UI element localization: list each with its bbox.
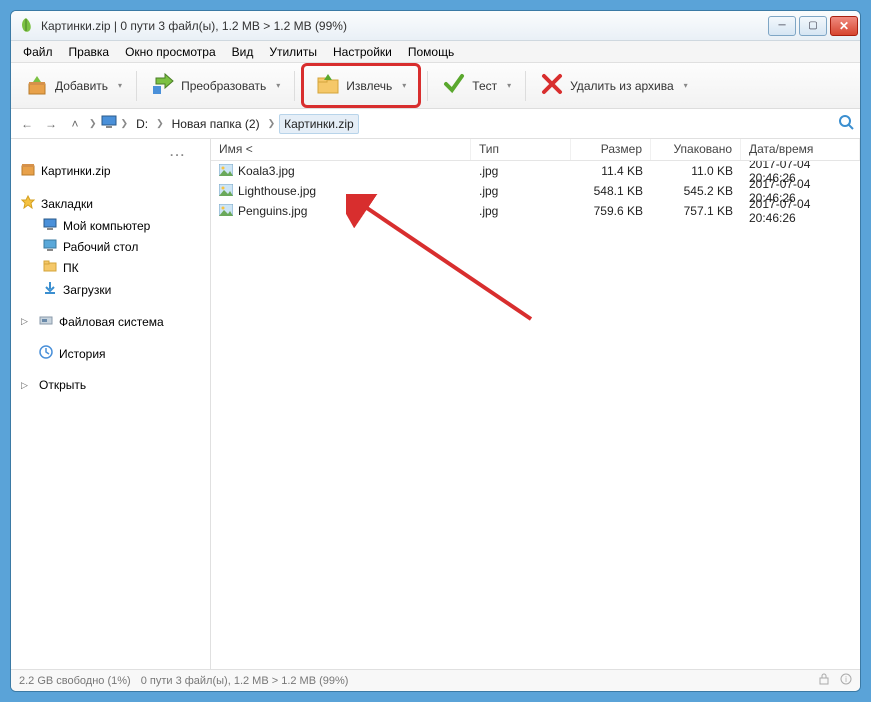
chevron-down-icon: ▾ <box>276 81 280 90</box>
separator <box>427 71 428 101</box>
address-bar: ← → ˄ ❯ ❯ D: ❯ Новая папка (2) ❯ Картинк… <box>11 109 860 139</box>
chevron-down-icon: ▾ <box>402 81 406 90</box>
sidebar-history[interactable]: История <box>15 342 206 365</box>
folder-icon <box>43 260 57 275</box>
separator <box>294 71 295 101</box>
sidebar-more[interactable]: ... <box>15 145 206 159</box>
chevron-right-icon: ❯ <box>121 118 129 129</box>
breadcrumb-folder[interactable]: Новая папка (2) <box>168 115 264 133</box>
convert-button[interactable]: Преобразовать ▾ <box>143 68 288 103</box>
info-icon: i <box>840 673 852 688</box>
app-icon <box>17 17 35 35</box>
sidebar-item-pc[interactable]: ПК <box>15 257 206 278</box>
chevron-down-icon: ▾ <box>507 81 511 90</box>
col-size[interactable]: Размер <box>571 139 651 160</box>
expand-icon: ▷ <box>21 380 33 391</box>
convert-icon <box>151 72 175 99</box>
box-icon <box>21 162 35 179</box>
toolbar: Добавить ▾ Преобразовать ▾ Извлечь ▾ Тес… <box>11 63 860 109</box>
image-file-icon <box>219 204 233 219</box>
menu-help[interactable]: Помощь <box>400 43 462 61</box>
file-rows: Koala3.jpg .jpg 11.4 KB 11.0 KB 2017-07-… <box>211 161 860 669</box>
sidebar-archive[interactable]: Картинки.zip <box>15 159 206 182</box>
delete-x-icon <box>540 72 564 99</box>
menu-view-window[interactable]: Окно просмотра <box>117 43 224 61</box>
sidebar-bookmarks[interactable]: Закладки <box>15 192 206 215</box>
menu-edit[interactable]: Правка <box>61 43 118 61</box>
minimize-button[interactable]: ─ <box>768 16 796 36</box>
checkmark-icon <box>442 72 466 99</box>
test-button[interactable]: Тест ▾ <box>434 68 519 103</box>
file-row[interactable]: Penguins.jpg .jpg 759.6 KB 757.1 KB 2017… <box>211 201 860 221</box>
image-file-icon <box>219 164 233 179</box>
clock-icon <box>39 345 53 362</box>
download-icon <box>43 281 57 298</box>
app-window: Картинки.zip | 0 пути 3 файл(ы), 1.2 MB … <box>10 10 861 692</box>
forward-button[interactable]: → <box>41 114 61 134</box>
desktop-icon <box>43 239 57 254</box>
add-button[interactable]: Добавить ▾ <box>17 68 130 103</box>
breadcrumb-drive[interactable]: D: <box>132 115 152 133</box>
back-button[interactable]: ← <box>17 114 37 134</box>
chevron-down-icon: ▾ <box>684 81 688 90</box>
menu-utils[interactable]: Утилиты <box>261 43 325 61</box>
sidebar-open[interactable]: ▷ Открыть <box>15 375 206 395</box>
close-button[interactable]: ✕ <box>830 16 858 36</box>
status-right: i <box>818 673 852 688</box>
sidebar-item-my-computer[interactable]: Мой компьютер <box>15 215 206 236</box>
chevron-right-icon: ❯ <box>156 118 164 129</box>
separator <box>136 71 137 101</box>
chevron-down-icon: ▾ <box>118 81 122 90</box>
folder-extract-icon <box>316 72 340 99</box>
maximize-button[interactable]: ▢ <box>799 16 827 36</box>
status-free: 2.2 GB свободно (1%) <box>19 675 131 687</box>
file-list-panel: Имя < Тип Размер Упаковано Дата/время Ko… <box>211 139 860 669</box>
box-up-icon <box>25 72 49 99</box>
image-file-icon <box>219 184 233 199</box>
sidebar-item-desktop[interactable]: Рабочий стол <box>15 236 206 257</box>
expand-icon: ▷ <box>21 316 33 327</box>
menu-file[interactable]: Файл <box>15 43 61 61</box>
svg-text:i: i <box>845 675 847 684</box>
menu-settings[interactable]: Настройки <box>325 43 400 61</box>
search-button[interactable] <box>838 114 854 133</box>
titlebar: Картинки.zip | 0 пути 3 файл(ы), 1.2 MB … <box>11 11 860 41</box>
sidebar-item-downloads[interactable]: Загрузки <box>15 278 206 301</box>
sidebar: ... Картинки.zip Закладки Мой компьютер … <box>11 139 211 669</box>
sidebar-filesystem[interactable]: ▷ Файловая система <box>15 311 206 332</box>
window-title: Картинки.zip | 0 пути 3 файл(ы), 1.2 MB … <box>41 19 768 33</box>
status-info: 0 пути 3 файл(ы), 1.2 MB > 1.2 MB (99%) <box>141 675 349 687</box>
delete-button[interactable]: Удалить из архива ▾ <box>532 68 696 103</box>
col-type[interactable]: Тип <box>471 139 571 160</box>
chevron-right-icon: ❯ <box>268 118 276 129</box>
chevron-right-icon: ❯ <box>89 118 97 129</box>
extract-highlight: Извлечь ▾ <box>301 63 421 108</box>
up-button[interactable]: ˄ <box>65 114 85 134</box>
col-date[interactable]: Дата/время <box>741 139 860 160</box>
window-controls: ─ ▢ ✕ <box>768 16 858 36</box>
extract-button[interactable]: Извлечь ▾ <box>308 68 414 103</box>
content-area: ... Картинки.zip Закладки Мой компьютер … <box>11 139 860 669</box>
computer-icon <box>43 218 57 233</box>
col-name[interactable]: Имя < <box>211 139 471 160</box>
statusbar: 2.2 GB свободно (1%) 0 пути 3 файл(ы), 1… <box>11 669 860 691</box>
breadcrumb-archive[interactable]: Картинки.zip <box>279 114 359 134</box>
col-packed[interactable]: Упаковано <box>651 139 741 160</box>
separator <box>525 71 526 101</box>
computer-icon <box>101 115 117 132</box>
drive-icon <box>39 314 53 329</box>
menubar: Файл Правка Окно просмотра Вид Утилиты Н… <box>11 41 860 63</box>
star-icon <box>21 195 35 212</box>
lock-icon <box>818 673 830 688</box>
menu-view[interactable]: Вид <box>224 43 262 61</box>
column-headers: Имя < Тип Размер Упаковано Дата/время <box>211 139 860 161</box>
